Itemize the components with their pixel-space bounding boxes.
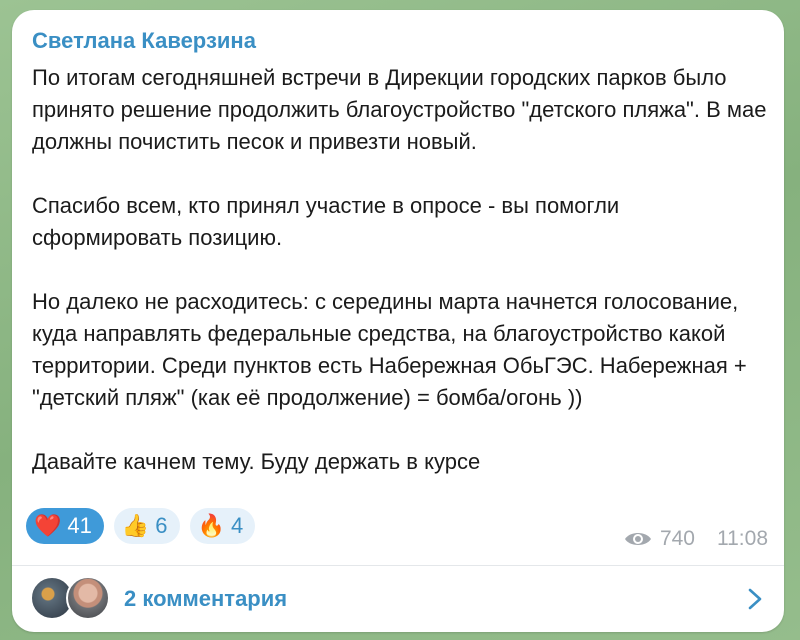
chevron-right-icon xyxy=(748,588,762,610)
message-paragraph: Давайте качнем тему. Буду держать в курс… xyxy=(32,449,481,474)
thumbs-up-icon: 👍 xyxy=(121,513,150,538)
message-paragraph: Но далеко не расходитесь: с середины мар… xyxy=(32,289,747,410)
reactions-bar: ❤️ 41 👍 6 🔥 4 xyxy=(26,508,256,544)
reaction-fire[interactable]: 🔥 4 xyxy=(189,508,256,544)
heart-icon: ❤️ xyxy=(34,513,62,538)
commenter-avatars xyxy=(30,576,110,620)
comments-button[interactable]: 2 комментария xyxy=(12,566,784,632)
view-count: 740 xyxy=(659,527,695,550)
message-meta: 740 11:08 xyxy=(624,527,768,551)
eye-icon xyxy=(624,533,651,545)
fire-icon: 🔥 xyxy=(197,513,225,538)
message-paragraph: По итогам сегодняшней встречи в Дирекции… xyxy=(32,65,767,154)
message-author[interactable]: Светлана Каверзина xyxy=(32,28,256,54)
reaction-heart[interactable]: ❤️ 41 xyxy=(26,508,104,544)
reaction-thumbs-up[interactable]: 👍 6 xyxy=(113,508,180,544)
message-time: 11:08 xyxy=(717,527,768,550)
comments-label: 2 комментария xyxy=(124,586,288,611)
message-text: По итогам сегодняшней встречи в Дирекции… xyxy=(32,62,772,478)
reaction-count: 41 xyxy=(67,513,92,538)
avatar xyxy=(66,576,110,620)
message-bubble: Светлана Каверзина По итогам сегодняшней… xyxy=(12,10,784,632)
reaction-count: 6 xyxy=(155,513,168,538)
reaction-count: 4 xyxy=(230,513,244,538)
message-paragraph: Спасибо всем, кто принял участие в опрос… xyxy=(32,193,620,250)
